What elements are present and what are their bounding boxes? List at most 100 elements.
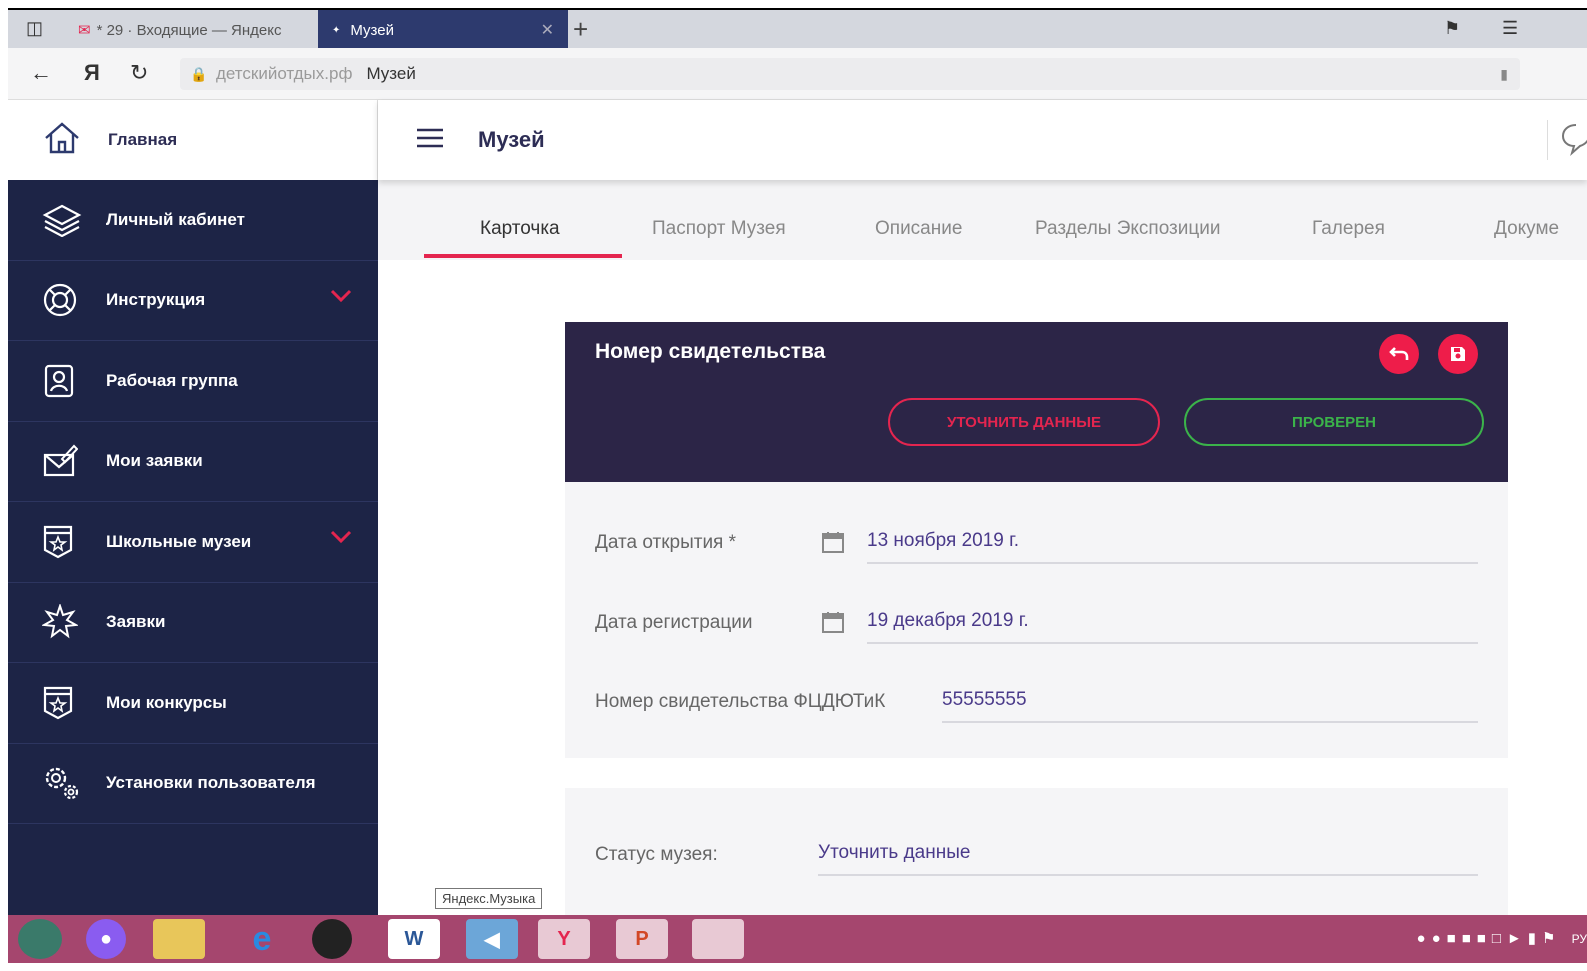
museum-status-field: Статус музея: Уточнить данные [595,834,1480,876]
save-button[interactable] [1438,334,1478,374]
sidebar-item-instruction[interactable]: Инструкция [8,261,378,341]
sidebar-item-requests[interactable]: Заявки [8,583,378,663]
url-field[interactable]: 🔒 детскийотдых.рф Музей ▮ [180,58,1520,90]
taskbar-tooltip: Яндекс.Музыка [435,888,543,909]
checked-button[interactable]: ПРОВЕРЕН [1184,398,1484,446]
taskbar: ● e W ◀ Y P ●●■■■□►▮⚑ РУ [8,915,1587,963]
bookmark-flag-icon[interactable]: ⚑ [1444,18,1460,39]
tab-description[interactable]: Описание [875,218,962,240]
sidebar-item-user-settings[interactable]: Установки пользователя [8,744,378,824]
globe-icon[interactable] [312,919,352,959]
sidebar-item-label: Личный кабинет [106,209,245,229]
gears-icon [42,764,96,802]
chevron-down-icon[interactable] [330,530,352,549]
reload-icon[interactable]: ↻ [130,60,148,86]
opening-date-field: Дата открытия * 13 ноября 2019 г. [595,522,1480,564]
card-title: Номер свидетельства [595,340,826,363]
close-icon[interactable]: ✕ [541,20,554,40]
tabs-menu-icon[interactable]: ◫ [26,18,43,39]
certificate-card-header: Номер свидетельства УТОЧНИТЬ ДАННЫЕ ПРОВ… [565,322,1508,482]
page-header: Музей [378,100,1587,180]
sidebar-item-school-museums[interactable]: Школьные музеи [8,502,378,583]
star-shield-icon [42,685,96,721]
sidebar: Личный кабинет Инструкция Рабочая группа… [8,180,378,915]
sidebar-item-cabinet[interactable]: Личный кабинет [8,180,378,261]
chat-icon[interactable] [1547,120,1587,160]
sidebar-item-my-requests[interactable]: Мои заявки [8,422,378,502]
tab-exposition[interactable]: Разделы Экспозиции [1035,218,1221,240]
field-label: Дата открытия * [595,532,737,553]
tab-passport[interactable]: Паспорт Музея [652,218,786,240]
field-label: Статус музея: [595,844,718,865]
registration-date-value[interactable]: 19 декабря 2019 г. [867,610,1029,632]
url-page-title: Музей [366,64,416,83]
field-label: Дата регистрации [595,612,753,633]
calendar-icon[interactable] [821,530,845,559]
window-icon[interactable] [692,919,744,959]
sidebar-item-label: Мои конкурсы [106,692,227,712]
sidebar-item-label: Школьные музеи [106,531,252,551]
home-label: Главная [108,130,178,149]
word-icon[interactable]: W [388,919,440,959]
opening-date-value[interactable]: 13 ноября 2019 г. [867,530,1019,552]
url-host: детскийотдых.рф [216,64,353,83]
sidebar-item-label: Установки пользователя [106,773,316,793]
sidebar-home[interactable]: Главная [8,100,378,180]
undo-button[interactable] [1379,334,1419,374]
certificate-number-value[interactable]: 55555555 [942,689,1027,711]
museum-status-value[interactable]: Уточнить данные [818,842,970,864]
bookmark-icon[interactable]: ▮ [1500,66,1508,83]
folder-icon[interactable] [153,919,205,959]
tab-gallery[interactable]: Галерея [1312,218,1385,240]
browser-tabbar: ◫ ✉ * 29 · Входящие — Яндекс ✦ Музей ✕ +… [8,8,1587,50]
speaker-icon[interactable]: ◀ [466,919,518,959]
certificate-card-body: Дата открытия * 13 ноября 2019 г. Дата р… [565,482,1508,758]
undo-icon [1389,347,1409,360]
back-icon[interactable]: ← [30,60,52,86]
tab-bar: Карточка Паспорт Музея Описание Разделы … [378,180,1587,260]
alice-icon[interactable]: ● [86,919,126,959]
sidebar-item-label: Заявки [106,612,166,632]
field-underline [867,562,1478,564]
powerpoint-icon[interactable]: P [616,919,668,959]
status-card: Статус музея: Уточнить данные [565,788,1508,915]
badge-icon [42,363,96,399]
browser-tab-museum[interactable]: ✦ Музей ✕ [318,10,568,50]
star-shield-icon [42,524,96,560]
tab-card[interactable]: Карточка [480,218,560,240]
address-bar: ← Я ↻ 🔒 детскийотдых.рф Музей ▮ [8,48,1587,100]
yandex-browser-icon[interactable]: Y [538,919,590,959]
tray-icons[interactable]: ●●■■■□►▮⚑ [1417,930,1562,947]
browser-tab-label: Музей [350,21,394,39]
new-tab-icon[interactable]: + [573,14,588,45]
mail-icon: ✉ [78,22,91,39]
field-label: Номер свидетельства ФЦДЮТиК [595,691,886,712]
page-title: Музей [478,127,545,152]
ie-icon[interactable]: e [236,919,288,959]
certificate-number-field: Номер свидетельства ФЦДЮТиК 55555555 [595,681,1480,723]
yandex-icon[interactable]: Я [84,60,100,86]
tab-dot-icon: ✦ [332,24,341,36]
menu-icon[interactable]: ☰ [1502,18,1518,39]
field-underline [867,642,1478,644]
sidebar-item-my-contests[interactable]: Мои конкурсы [8,663,378,744]
mail-edit-icon [42,443,96,479]
sidebar-item-label: Инструкция [106,290,206,310]
chevron-down-icon[interactable] [330,289,352,308]
lifebuoy-icon [42,282,96,318]
home-icon [42,120,82,161]
language-indicator[interactable]: РУ [1572,932,1587,946]
hamburger-icon[interactable] [416,127,444,154]
browser-tab-label: * 29 · Входящие — Яндекс [96,21,282,39]
layers-icon [42,203,96,237]
sidebar-item-label: Рабочая группа [106,370,238,390]
start-icon[interactable] [18,919,62,959]
tab-documents[interactable]: Докуме [1494,218,1559,240]
calendar-icon[interactable] [821,610,845,639]
system-tray: ●●■■■□►▮⚑ РУ [1417,929,1587,947]
sidebar-item-label: Мои заявки [106,451,203,471]
sidebar-item-workgroup[interactable]: Рабочая группа [8,341,378,422]
refine-data-button[interactable]: УТОЧНИТЬ ДАННЫЕ [888,398,1160,446]
browser-tab-mail[interactable]: ✉ * 29 · Входящие — Яндекс [78,10,318,50]
burst-icon [42,604,96,640]
